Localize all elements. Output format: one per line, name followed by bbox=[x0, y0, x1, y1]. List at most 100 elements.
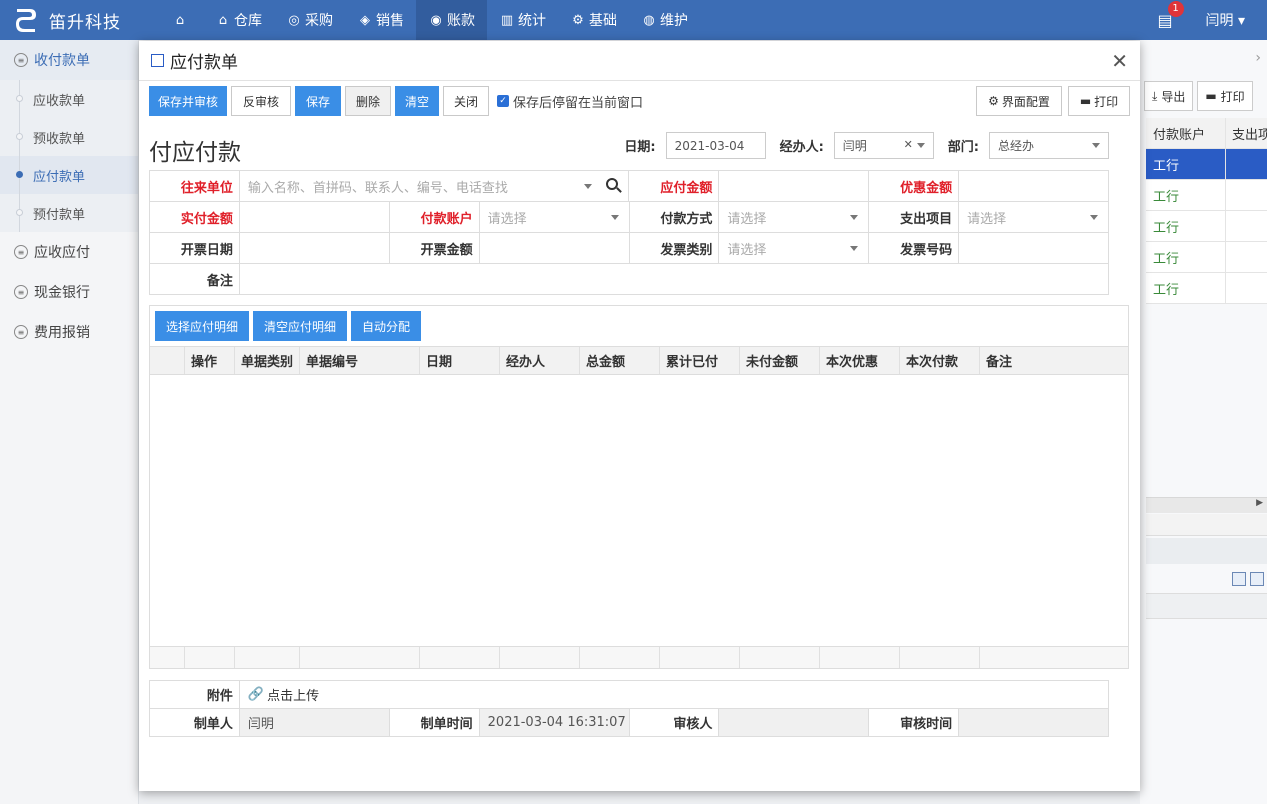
clear-button[interactable]: 清空 bbox=[395, 86, 439, 116]
payment-account-select[interactable]: 请选择 bbox=[479, 202, 630, 233]
export-button[interactable]: ⤓ 导出 bbox=[1144, 81, 1194, 111]
department-select[interactable]: 总经办 bbox=[989, 132, 1109, 159]
table-cell: 工行 bbox=[1146, 149, 1226, 179]
payment-method-select[interactable]: 请选择 bbox=[719, 202, 870, 233]
print-label: 打印 bbox=[1094, 94, 1119, 109]
nav-label: 维护 bbox=[660, 13, 688, 29]
ui-config-button[interactable]: ⚙ 界面配置 bbox=[976, 86, 1062, 116]
sidebar-item-payable[interactable]: 应付款单 bbox=[0, 156, 138, 194]
nav-basic[interactable]: ⚙ 基础 bbox=[558, 0, 629, 40]
detail-toolbar: 选择应付明细 清空应付明细 自动分配 bbox=[150, 306, 1128, 346]
nav-label: 采购 bbox=[305, 13, 333, 29]
table-row[interactable]: 工行 bbox=[1146, 211, 1267, 242]
payable-amount-label: 应付金额 bbox=[629, 171, 720, 202]
sidebar-label: 现金银行 bbox=[34, 285, 90, 301]
print-button-bg[interactable]: ▬ 打印 bbox=[1197, 81, 1253, 111]
logo-icon bbox=[14, 7, 38, 33]
column-header: 累计已付 bbox=[660, 347, 740, 374]
auditor-value bbox=[719, 709, 870, 737]
close-icon[interactable]: ✕ bbox=[1111, 51, 1128, 71]
save-audit-button[interactable]: 保存并审核 bbox=[149, 86, 227, 116]
nav-stats[interactable]: ▥ 统计 bbox=[487, 0, 558, 40]
invoice-date-label: 开票日期 bbox=[150, 233, 240, 264]
actual-amount-field[interactable] bbox=[239, 202, 390, 233]
expense-item-select[interactable]: 请选择 bbox=[959, 202, 1109, 233]
sidebar-item-receivable[interactable]: 应收款单 bbox=[0, 80, 138, 118]
printer-icon: ▬ bbox=[1205, 89, 1217, 103]
nav-home[interactable]: ⌂ bbox=[160, 0, 203, 40]
partner-label: 往来单位 bbox=[150, 171, 240, 202]
discount-amount-field[interactable] bbox=[959, 171, 1109, 202]
sidebar-label: 应收款单 bbox=[33, 93, 86, 109]
column-header: 未付金额 bbox=[740, 347, 820, 374]
department-label: 部门: bbox=[947, 140, 979, 155]
unaudit-button[interactable]: 反审核 bbox=[231, 86, 291, 116]
nav-warehouse[interactable]: ⌂ 仓库 bbox=[203, 0, 274, 40]
brand[interactable]: 笛升科技 bbox=[0, 7, 160, 33]
dialog-header: 应付款单 ✕ bbox=[139, 41, 1140, 81]
partner-input[interactable]: 输入名称、首拼码、联系人、编号、电话查找 bbox=[239, 171, 630, 202]
pager bbox=[1146, 538, 1267, 564]
paperclip-icon: 🔗 bbox=[247, 687, 265, 702]
search-icon[interactable] bbox=[606, 178, 619, 190]
maximize-icon[interactable] bbox=[1250, 572, 1264, 586]
warehouse-icon: ⌂ bbox=[218, 12, 228, 28]
column-header: 付款账户 bbox=[1146, 118, 1226, 148]
maker-label: 制单人 bbox=[150, 709, 240, 737]
table-cell: 工行 bbox=[1146, 273, 1226, 303]
nav-sales[interactable]: ◈ 销售 bbox=[345, 0, 416, 40]
sidebar-group-ar-ap[interactable]: ≡ 应收应付 bbox=[0, 232, 138, 272]
remark-field[interactable] bbox=[239, 264, 1109, 295]
nav-accounts[interactable]: ◉ 账款 bbox=[416, 0, 487, 40]
table-row[interactable]: 工行 bbox=[1146, 273, 1267, 304]
table-footer bbox=[1146, 514, 1267, 536]
table-row[interactable]: 工行 bbox=[1146, 242, 1267, 273]
invoice-amount-field[interactable] bbox=[479, 233, 630, 264]
table-row[interactable]: 工行 bbox=[1146, 180, 1267, 211]
sidebar-group-expense[interactable]: ≡ 费用报销 bbox=[0, 312, 138, 352]
table-cell bbox=[1226, 242, 1267, 272]
chevron-down-icon bbox=[1092, 143, 1100, 148]
notification-icon[interactable]: ▤ 1 bbox=[1158, 0, 1184, 30]
bullet-icon bbox=[16, 95, 23, 102]
payable-amount-field[interactable] bbox=[719, 171, 870, 202]
upload-link[interactable]: 🔗 点击上传 bbox=[248, 685, 319, 704]
table-header: 付款账户 支出项 bbox=[1146, 118, 1267, 149]
auto-allocate-button[interactable]: 自动分配 bbox=[351, 311, 421, 341]
delete-button[interactable]: 删除 bbox=[345, 86, 391, 116]
column-header: 总金额 bbox=[580, 347, 660, 374]
sidebar-group-cash-bank[interactable]: ≡ 现金银行 bbox=[0, 272, 138, 312]
attachment-field: 🔗 点击上传 bbox=[239, 681, 1109, 709]
invoice-number-field[interactable] bbox=[959, 233, 1109, 264]
handler-select[interactable]: 闫明 ✕ bbox=[833, 132, 934, 159]
date-field[interactable]: 2021-03-04 bbox=[665, 132, 766, 159]
clear-detail-button[interactable]: 清空应付明细 bbox=[253, 311, 347, 341]
expense-placeholder: 请选择 bbox=[967, 211, 1007, 227]
nav-label: 销售 bbox=[376, 13, 404, 29]
invoice-date-field[interactable] bbox=[239, 233, 390, 264]
print-button[interactable]: ▬ 打印 bbox=[1068, 86, 1130, 116]
gear-icon: ⚙ bbox=[572, 12, 584, 28]
invoice-type-select[interactable]: 请选择 bbox=[719, 233, 870, 264]
nav-purchase[interactable]: ◎ 采购 bbox=[274, 0, 345, 40]
chevron-right-icon[interactable]: › bbox=[1255, 50, 1261, 66]
sidebar-item-prepayment[interactable]: 预付款单 bbox=[0, 194, 138, 232]
save-button[interactable]: 保存 bbox=[295, 86, 341, 116]
user-menu[interactable]: 闫明 ▾ bbox=[1206, 10, 1245, 30]
stay-checkbox-label: 保存后停留在当前窗口 bbox=[513, 95, 644, 111]
chevron-down-icon bbox=[1090, 215, 1098, 220]
select-detail-button[interactable]: 选择应付明细 bbox=[155, 311, 249, 341]
nav-maintain[interactable]: ◍ 维护 bbox=[629, 0, 700, 40]
close-button[interactable]: 关闭 bbox=[443, 86, 489, 116]
make-time-value: 2021-03-04 16:31:07 bbox=[479, 709, 630, 737]
clear-icon[interactable]: ✕ bbox=[904, 138, 913, 151]
minimize-icon[interactable] bbox=[1232, 572, 1246, 586]
sidebar-group-receipts-payments[interactable]: ≡ 收付款单 bbox=[0, 40, 138, 80]
table-row[interactable]: 工行 bbox=[1146, 149, 1267, 180]
sidebar-item-prereceipt[interactable]: 预收款单 bbox=[0, 118, 138, 156]
horizontal-scrollbar[interactable]: ▶ bbox=[1146, 497, 1267, 513]
chevron-down-icon bbox=[584, 184, 593, 189]
arrow-right-icon[interactable]: ▶ bbox=[1256, 498, 1263, 508]
stay-checkbox[interactable]: ✓ 保存后停留在当前窗口 bbox=[497, 92, 643, 111]
payment-method-label: 付款方式 bbox=[629, 202, 720, 233]
